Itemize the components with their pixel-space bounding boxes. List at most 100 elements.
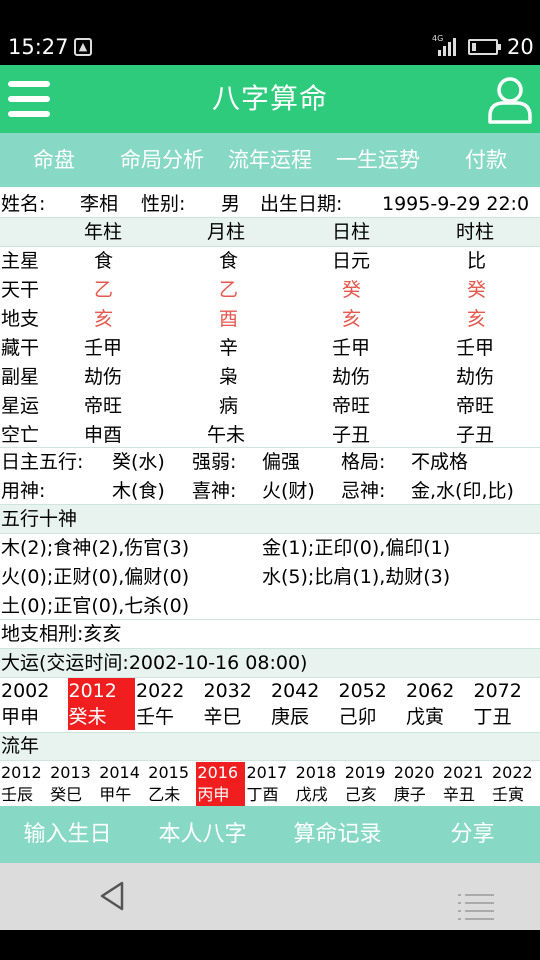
liunian-ganzhi: 丙申 xyxy=(197,785,230,804)
row-label: 地支 xyxy=(1,308,40,330)
birth-label: 出生日期: xyxy=(260,193,343,215)
name-label: 姓名: xyxy=(1,193,46,215)
pillar-cell: 子丑 xyxy=(456,424,495,446)
row-label: 藏干 xyxy=(1,337,40,359)
app-bar: 八字算命 xyxy=(0,65,540,133)
liunian-ganzhi: 乙未 xyxy=(148,785,181,804)
yongshen-value: 木(食) xyxy=(112,480,165,502)
system-nav-bar xyxy=(0,863,540,930)
dayun-cell[interactable]: 2062 戊寅 xyxy=(405,678,473,730)
tab-mingju-analysis[interactable]: 命局分析 xyxy=(108,133,216,187)
tab-payment[interactable]: 付款 xyxy=(432,133,540,187)
liunian-cell[interactable]: 2012 壬辰 xyxy=(0,762,49,806)
pillar-cell: 午未 xyxy=(207,424,246,446)
pillar-cell: 壬甲 xyxy=(456,337,495,359)
pillar-row-zhuxing: 主星 食 食 日元 比 xyxy=(0,247,540,276)
input-birthday-button[interactable]: 输入生日 xyxy=(0,806,135,863)
dayun-cell[interactable]: 2072 丁丑 xyxy=(473,678,540,730)
liunian-year: 2018 xyxy=(295,763,337,782)
pillar-cell: 帝旺 xyxy=(332,395,371,417)
geju-value: 不成格 xyxy=(411,451,469,473)
dayun-year: 2012 xyxy=(68,680,117,702)
pillar-header-day: 日柱 xyxy=(332,221,371,243)
birth-value: 1995-9-29 22:0 xyxy=(382,193,530,215)
pillar-cell: 亥 xyxy=(342,308,362,330)
dayun-ganzhi: 壬午 xyxy=(136,706,175,728)
strength-value: 偏强 xyxy=(262,451,301,473)
row-label: 空亡 xyxy=(1,424,40,446)
liunian-year: 2012 xyxy=(1,763,42,782)
row-label: 主星 xyxy=(1,250,40,272)
name-value: 李相 xyxy=(80,193,119,215)
wuxing-title-row: 五行十神 xyxy=(0,505,540,534)
strength-label: 强弱: xyxy=(192,451,237,473)
pillar-cell: 日元 xyxy=(332,250,371,272)
dayun-ganzhi: 辛巳 xyxy=(203,706,242,728)
pillar-cell: 亥 xyxy=(467,308,487,330)
dayun-cell[interactable]: 2002 甲申 xyxy=(0,678,68,730)
share-button[interactable]: 分享 xyxy=(405,806,540,863)
liunian-cell[interactable]: 2021 辛丑 xyxy=(442,762,491,806)
liunian-ganzhi: 癸巳 xyxy=(50,785,83,804)
liunian-cell[interactable]: 2017 丁酉 xyxy=(246,762,295,806)
dayun-year: 2062 xyxy=(406,680,455,702)
notification-icon: ▲ xyxy=(74,38,92,56)
dayun-ganzhi: 丁丑 xyxy=(473,706,512,728)
pillar-row-tiangan: 天干 乙 乙 癸 癸 xyxy=(0,276,540,305)
dayun-year: 2002 xyxy=(1,680,50,702)
wuxing-item: 木(2);食神(2),伤官(3) xyxy=(1,537,190,559)
liunian-year: 2020 xyxy=(393,763,435,782)
dayun-ganzhi: 癸未 xyxy=(68,706,107,728)
fortune-history-button[interactable]: 算命记录 xyxy=(270,806,405,863)
analysis-row-1: 日主五行: 癸(水) 强弱: 偏强 格局: 不成格 xyxy=(0,448,540,477)
dayun-cell[interactable]: 2022 壬午 xyxy=(135,678,203,730)
liunian-cell[interactable]: 2018 戊戌 xyxy=(295,762,344,806)
liunian-cell[interactable]: 2022 壬寅 xyxy=(491,762,540,806)
app-title: 八字算命 xyxy=(211,82,328,115)
tab-mingpan[interactable]: 命盘 xyxy=(0,133,108,187)
liunian-ganzhi: 壬寅 xyxy=(492,785,525,804)
screen-bottom-edge xyxy=(0,930,540,960)
dayun-cell[interactable]: 2052 己卯 xyxy=(338,678,406,730)
back-icon[interactable] xyxy=(98,880,126,912)
liunian-cell[interactable]: 2020 庚子 xyxy=(393,762,442,806)
pillar-cell: 癸 xyxy=(467,279,487,301)
pillar-row-canggan: 藏干 壬甲 辛 壬甲 壬甲 xyxy=(0,334,540,363)
dayun-ganzhi: 戊寅 xyxy=(406,706,445,728)
liunian-title: 流年 xyxy=(1,735,40,757)
dayun-cell[interactable]: 2042 庚辰 xyxy=(270,678,338,730)
wuxing-item: 金(1);正印(0),偏印(1) xyxy=(262,537,451,559)
dayun-cell[interactable]: 2032 辛巳 xyxy=(203,678,271,730)
liunian-cell[interactable]: 2016 丙申 xyxy=(196,762,246,806)
yongshen-label: 用神: xyxy=(1,480,46,502)
liunian-cell[interactable]: 2014 甲午 xyxy=(98,762,147,806)
pillar-cell: 劫伤 xyxy=(332,366,371,388)
tab-yisheng-yunshi[interactable]: 一生运势 xyxy=(324,133,432,187)
signal-icon xyxy=(432,36,458,56)
pillar-cell: 申酉 xyxy=(84,424,123,446)
liunian-cell[interactable]: 2015 乙未 xyxy=(147,762,196,806)
dizhi-row: 地支相刑:亥亥 xyxy=(0,620,540,649)
dayun-ganzhi: 庚辰 xyxy=(271,706,310,728)
wuxing-item: 水(5);比肩(1),劫财(3) xyxy=(262,566,451,588)
liunian-cell[interactable]: 2013 癸巳 xyxy=(49,762,98,806)
user-icon[interactable] xyxy=(487,75,533,125)
liunian-year: 2014 xyxy=(99,763,140,782)
dayun-ganzhi: 己卯 xyxy=(338,706,377,728)
jishen-value: 金,水(印,比) xyxy=(411,480,514,502)
pillar-cell: 子丑 xyxy=(332,424,371,446)
liunian-cell[interactable]: 2019 己亥 xyxy=(344,762,393,806)
liunian-year: 2019 xyxy=(344,763,386,782)
menu-list-icon[interactable] xyxy=(458,893,494,921)
wuxing-item: 土(0);正官(0),七杀(0) xyxy=(1,595,190,617)
liunian-ganzhi: 庚子 xyxy=(393,785,426,804)
liunian-ganzhi: 己亥 xyxy=(344,785,377,804)
battery-icon xyxy=(468,39,501,55)
liunian-title-row: 流年 xyxy=(0,732,540,761)
my-bazi-button[interactable]: 本人八字 xyxy=(135,806,270,863)
pillar-header-year: 年柱 xyxy=(84,221,123,243)
pillar-cell: 乙 xyxy=(94,279,114,301)
tab-liunian-yuncheng[interactable]: 流年运程 xyxy=(216,133,324,187)
rizhu-value: 癸(水) xyxy=(112,451,165,473)
dayun-cell[interactable]: 2012 癸未 xyxy=(67,678,135,730)
